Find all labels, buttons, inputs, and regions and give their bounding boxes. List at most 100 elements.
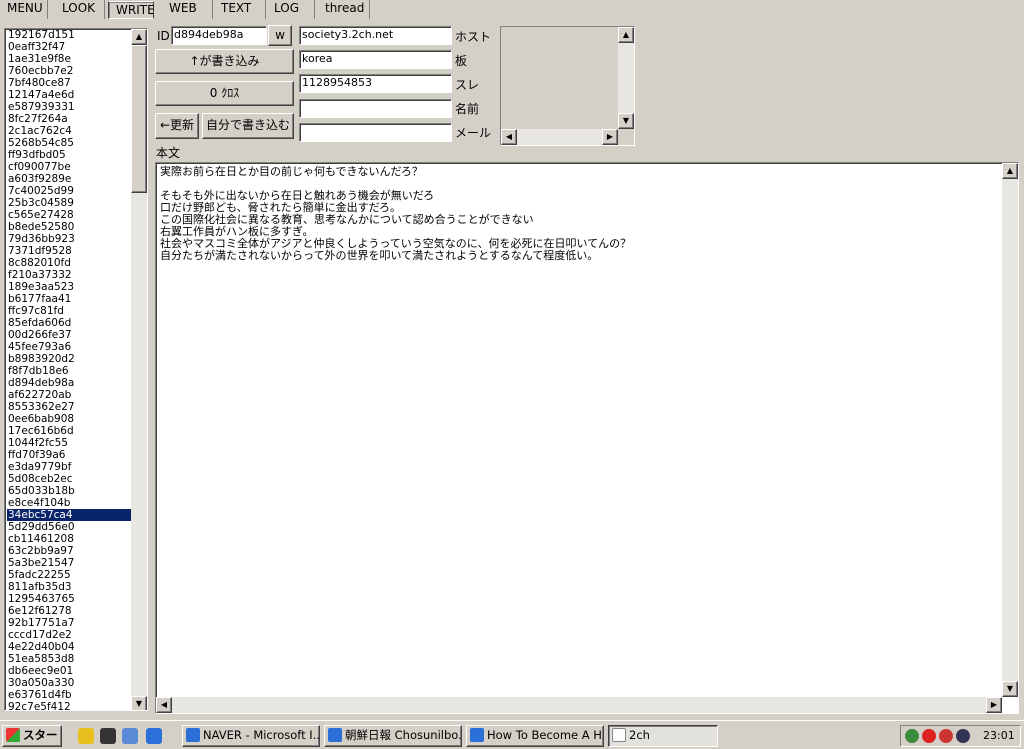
scroll-up-icon[interactable]: ▲ bbox=[1002, 163, 1018, 179]
id-list-item[interactable]: 5d08ceb2ec bbox=[7, 473, 133, 485]
id-list-item[interactable]: 5268b54c85 bbox=[7, 137, 133, 149]
name-field[interactable] bbox=[299, 99, 452, 118]
id-list-item[interactable]: e3da9779bf bbox=[7, 461, 133, 473]
quicklaunch-cat-icon[interactable] bbox=[100, 728, 116, 744]
id-list-item[interactable]: 92c7e5f412 bbox=[7, 701, 133, 710]
id-list-item[interactable]: d894deb98a bbox=[7, 377, 133, 389]
id-list-item[interactable]: a603f9289e bbox=[7, 173, 133, 185]
id-list-item[interactable]: 7371df9528 bbox=[7, 245, 133, 257]
id-list-item[interactable]: 8c882010fd bbox=[7, 257, 133, 269]
id-list-item[interactable]: b8ede52580 bbox=[7, 221, 133, 233]
quicklaunch-ie-icon[interactable] bbox=[146, 728, 162, 744]
body-vscroll[interactable]: ▲ ▼ bbox=[1002, 163, 1018, 697]
id-list-item[interactable]: 79d36bb923 bbox=[7, 233, 133, 245]
id-list-item[interactable]: e8ce4f104b bbox=[7, 497, 133, 509]
id-list-item[interactable]: 8553362e27 bbox=[7, 401, 133, 413]
id-list-item[interactable]: 0ee6bab908 bbox=[7, 413, 133, 425]
id-list-item[interactable]: 1044f2fc55 bbox=[7, 437, 133, 449]
tray-security-icon[interactable] bbox=[922, 729, 936, 743]
id-list-item[interactable]: ffc97c81fd bbox=[7, 305, 133, 317]
id-list-item[interactable]: ff93dfbd05 bbox=[7, 149, 133, 161]
id-list-scrollbar[interactable]: ▲ ▼ bbox=[131, 29, 147, 710]
scroll-down-icon[interactable]: ▼ bbox=[1002, 681, 1018, 697]
taskbar-window-naver[interactable]: NAVER - Microsoft I... bbox=[182, 725, 320, 747]
id-list-item[interactable]: 1ae31e9f8e bbox=[7, 53, 133, 65]
tab-menu[interactable]: MENU bbox=[0, 0, 48, 19]
id-list-item[interactable]: 12147a4e6d bbox=[7, 89, 133, 101]
quicklaunch-app-icon[interactable] bbox=[78, 728, 94, 744]
id-list-item[interactable]: 0eaff32f47 bbox=[7, 41, 133, 53]
id-list-item[interactable]: cccd17d2e2 bbox=[7, 629, 133, 641]
id-list-item[interactable]: cf090077be bbox=[7, 161, 133, 173]
scroll-up-icon[interactable]: ▲ bbox=[618, 27, 634, 43]
quicklaunch-desktop-icon[interactable] bbox=[122, 728, 138, 744]
start-button[interactable]: スタート bbox=[2, 725, 62, 747]
taskbar-window-chosun[interactable]: 朝鮮日報 Chosunilbo... bbox=[324, 725, 462, 747]
id-list-item[interactable]: 51ea5853d8 bbox=[7, 653, 133, 665]
mail-field[interactable] bbox=[299, 123, 452, 142]
id-list-item[interactable]: e587939331 bbox=[7, 101, 133, 113]
id-list-item[interactable]: 7bf480ce87 bbox=[7, 77, 133, 89]
id-list-item[interactable]: cb11461208 bbox=[7, 533, 133, 545]
id-list-item[interactable]: e63761d4fb bbox=[7, 689, 133, 701]
id-list-item[interactable]: 192167d151 bbox=[7, 29, 133, 41]
id-list-item[interactable]: ffd70f39a6 bbox=[7, 449, 133, 461]
tab-web[interactable]: WEB bbox=[162, 0, 213, 19]
id-list-item[interactable]: 8fc27f264a bbox=[7, 113, 133, 125]
id-list-item[interactable]: 30a050a330 bbox=[7, 677, 133, 689]
preview-hscroll[interactable]: ◀ ▶ bbox=[501, 129, 618, 145]
id-list-item[interactable]: 63c2bb9a97 bbox=[7, 545, 133, 557]
id-list[interactable]: 192167d151 0eaff32f47 1ae31e9f8e 760ecbb7e2… bbox=[4, 28, 148, 711]
tab-write[interactable]: WRITE bbox=[108, 1, 155, 19]
host-field[interactable]: society3.2ch.net bbox=[299, 26, 452, 45]
scroll-left-icon[interactable]: ◀ bbox=[156, 697, 172, 713]
id-list-item[interactable]: 5fadc22255 bbox=[7, 569, 133, 581]
id-list-item[interactable]: 4e22d40b04 bbox=[7, 641, 133, 653]
taskbar-window-howto[interactable]: How To Become A H... bbox=[466, 725, 604, 747]
id-list-item[interactable]: c565e27428 bbox=[7, 209, 133, 221]
taskbar-window-2ch[interactable]: 2ch bbox=[608, 725, 718, 747]
post-up-button[interactable]: ↑が書き込み bbox=[155, 49, 294, 74]
tray-network-icon[interactable] bbox=[905, 729, 919, 743]
refresh-button[interactable]: ←更新 bbox=[155, 113, 199, 139]
w-button[interactable]: w bbox=[268, 25, 292, 46]
board-field[interactable]: korea bbox=[299, 50, 452, 69]
scroll-left-icon[interactable]: ◀ bbox=[501, 129, 517, 145]
id-list-item[interactable]: 760ecbb7e2 bbox=[7, 65, 133, 77]
id-field[interactable]: d894deb98a bbox=[171, 26, 267, 45]
id-list-item[interactable]: 2c1ac762c4 bbox=[7, 125, 133, 137]
id-list-item[interactable]: 34ebc57ca4 bbox=[7, 509, 133, 521]
id-list-item[interactable]: f8f7db18e6 bbox=[7, 365, 133, 377]
id-list-item[interactable]: 85efda606d bbox=[7, 317, 133, 329]
id-list-item[interactable]: 189e3aa523 bbox=[7, 281, 133, 293]
scroll-thumb[interactable] bbox=[131, 45, 147, 193]
tab-log[interactable]: LOG bbox=[267, 0, 315, 19]
id-list-item[interactable]: 92b17751a7 bbox=[7, 617, 133, 629]
scroll-down-icon[interactable]: ▼ bbox=[131, 696, 147, 710]
tab-text[interactable]: TEXT bbox=[214, 0, 266, 19]
body-textarea[interactable]: 実際お前ら在日とか目の前じゃ何もできないんだろ？ そもそも外に出ないから在日と触… bbox=[155, 162, 1019, 714]
id-list-item[interactable]: af622720ab bbox=[7, 389, 133, 401]
tray-volume-icon[interactable] bbox=[956, 729, 970, 743]
id-list-item[interactable]: b6177faa41 bbox=[7, 293, 133, 305]
id-list-item[interactable]: f210a37332 bbox=[7, 269, 133, 281]
id-list-item[interactable]: b8983920d2 bbox=[7, 353, 133, 365]
id-list-item[interactable]: 17ec616b6d bbox=[7, 425, 133, 437]
preview-box[interactable]: ▲ ▼ ◀ ▶ bbox=[500, 26, 635, 146]
id-list-item[interactable]: 6e12f61278 bbox=[7, 605, 133, 617]
id-list-item[interactable]: 7c40025d99 bbox=[7, 185, 133, 197]
tab-look[interactable]: LOOK bbox=[55, 0, 105, 19]
tab-thread[interactable]: thread bbox=[318, 0, 370, 19]
id-list-item[interactable]: db6eec9e01 bbox=[7, 665, 133, 677]
id-list-item[interactable]: 1295463765 bbox=[7, 593, 133, 605]
scroll-up-icon[interactable]: ▲ bbox=[131, 29, 147, 45]
thread-field[interactable]: 1128954853 bbox=[299, 74, 452, 93]
scroll-down-icon[interactable]: ▼ bbox=[618, 113, 634, 129]
id-list-item[interactable]: 00d266fe37 bbox=[7, 329, 133, 341]
tray-ime-icon[interactable] bbox=[939, 729, 953, 743]
id-list-item[interactable]: 811afb35d3 bbox=[7, 581, 133, 593]
id-list-item[interactable]: 45fee793a6 bbox=[7, 341, 133, 353]
id-list-item[interactable]: 65d033b18b bbox=[7, 485, 133, 497]
preview-vscroll[interactable]: ▲ ▼ bbox=[618, 27, 634, 129]
scroll-right-icon[interactable]: ▶ bbox=[602, 129, 618, 145]
